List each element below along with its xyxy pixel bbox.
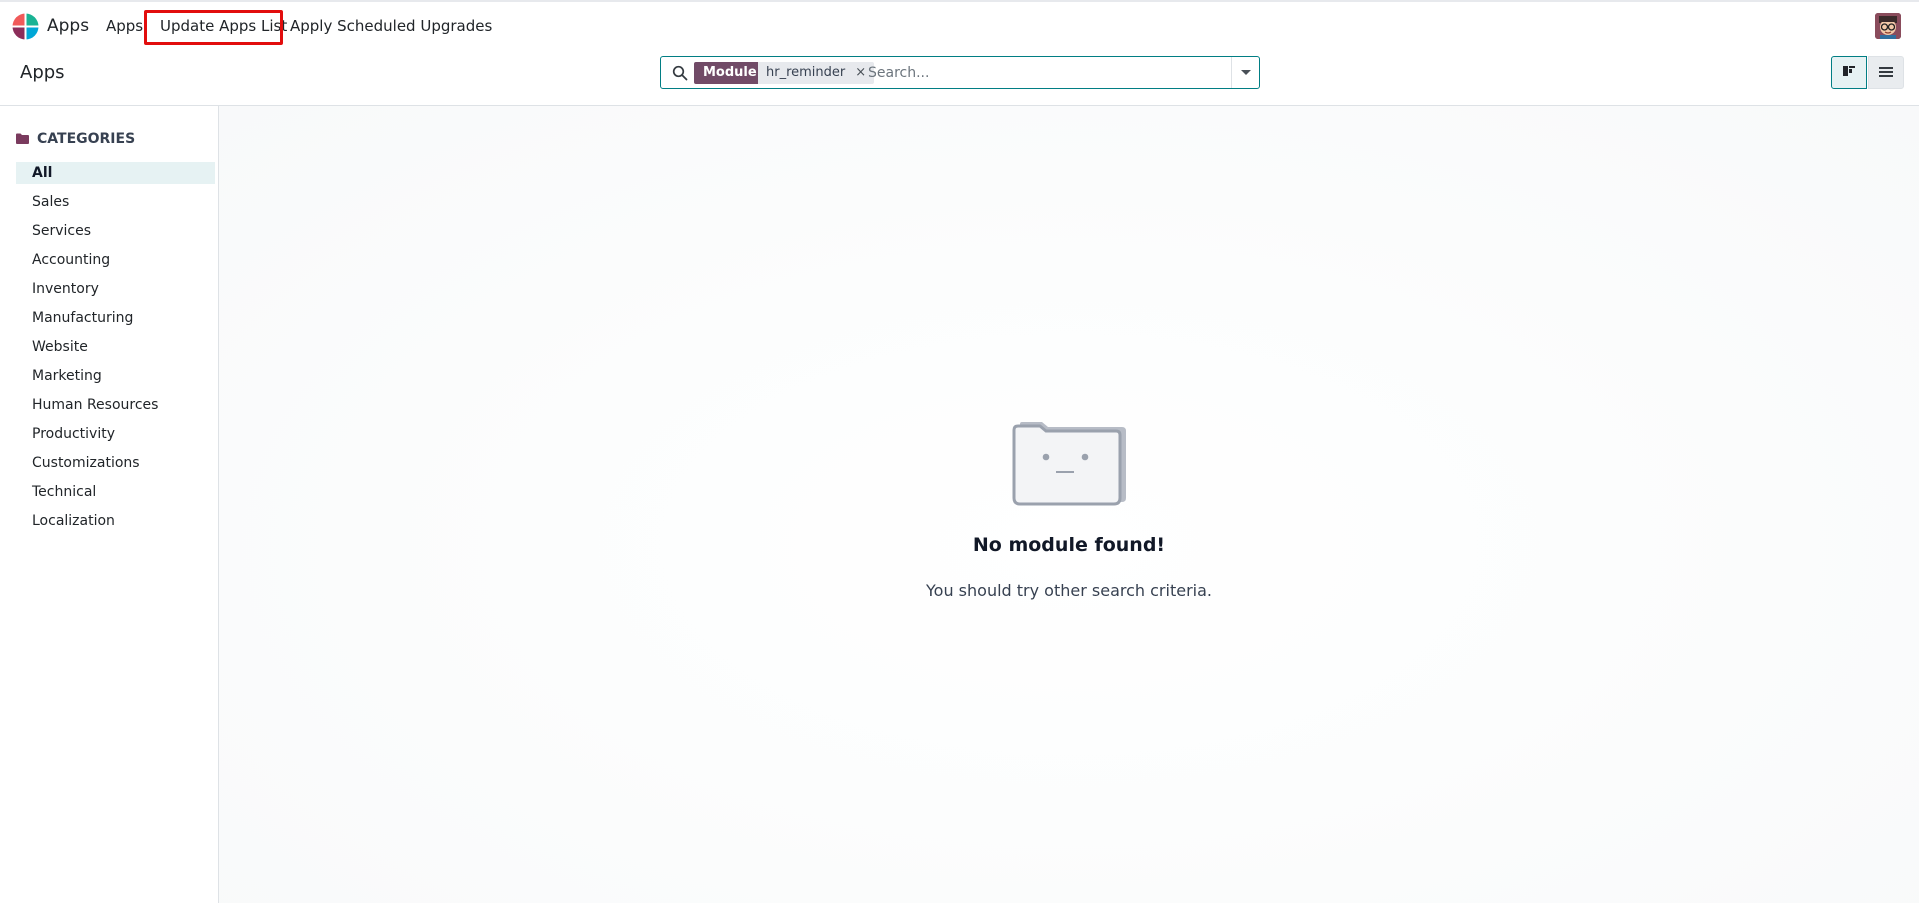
category-item-inventory[interactable]: Inventory [16, 278, 215, 300]
search-facet-label: Module [694, 62, 766, 84]
folder-icon [16, 133, 29, 144]
kanban-icon [1843, 66, 1855, 76]
category-item-productivity[interactable]: Productivity [16, 423, 215, 445]
list-view-button[interactable] [1868, 56, 1904, 89]
search-options-toggle[interactable] [1231, 57, 1259, 88]
search-bar[interactable]: Module hr_reminder × [660, 56, 1260, 89]
categories-sidebar: CATEGORIES All Sales Services Accounting… [0, 106, 219, 903]
user-avatar[interactable] [1875, 13, 1901, 39]
kanban-view-button[interactable] [1831, 56, 1867, 89]
app-logo-icon[interactable] [12, 13, 39, 40]
category-item-all[interactable]: All [16, 162, 215, 184]
categories-header: CATEGORIES [16, 131, 135, 147]
category-item-manufacturing[interactable]: Manufacturing [16, 307, 215, 329]
categories-header-label: CATEGORIES [37, 131, 136, 147]
empty-state-title: No module found! [972, 534, 1166, 556]
search-icon [672, 65, 688, 81]
avatar-face-icon [1875, 13, 1901, 39]
search-input[interactable] [868, 62, 1188, 84]
top-navbar: Apps Apps Update Apps List Apply Schedul… [0, 0, 1919, 48]
category-item-services[interactable]: Services [16, 220, 215, 242]
category-item-human-resources[interactable]: Human Resources [16, 394, 215, 416]
search-facet-value: hr_reminder × [758, 62, 875, 84]
breadcrumb: Apps [20, 62, 65, 83]
category-item-website[interactable]: Website [16, 336, 215, 358]
control-panel: Apps Module hr_reminder × [0, 48, 1919, 106]
empty-state-subtitle: You should try other search criteria. [926, 581, 1212, 600]
menu-apps[interactable]: Apps [106, 17, 143, 35]
search-facet-text: hr_reminder [766, 65, 846, 80]
caret-down-icon [1241, 70, 1251, 75]
category-item-technical[interactable]: Technical [16, 481, 215, 503]
main-content: No module found! You should try other se… [219, 106, 1919, 903]
list-icon [1879, 67, 1893, 77]
highlight-annotation [144, 10, 283, 45]
empty-folder-icon [1012, 422, 1126, 506]
facet-remove-icon[interactable]: × [855, 65, 866, 80]
category-item-marketing[interactable]: Marketing [16, 365, 215, 387]
category-item-sales[interactable]: Sales [16, 191, 215, 213]
category-item-localization[interactable]: Localization [16, 510, 215, 532]
category-list: All Sales Services Accounting Inventory … [16, 162, 215, 539]
menu-apply-scheduled-upgrades[interactable]: Apply Scheduled Upgrades [290, 17, 492, 35]
category-item-customizations[interactable]: Customizations [16, 452, 215, 474]
category-item-accounting[interactable]: Accounting [16, 249, 215, 271]
app-name[interactable]: Apps [47, 16, 89, 36]
